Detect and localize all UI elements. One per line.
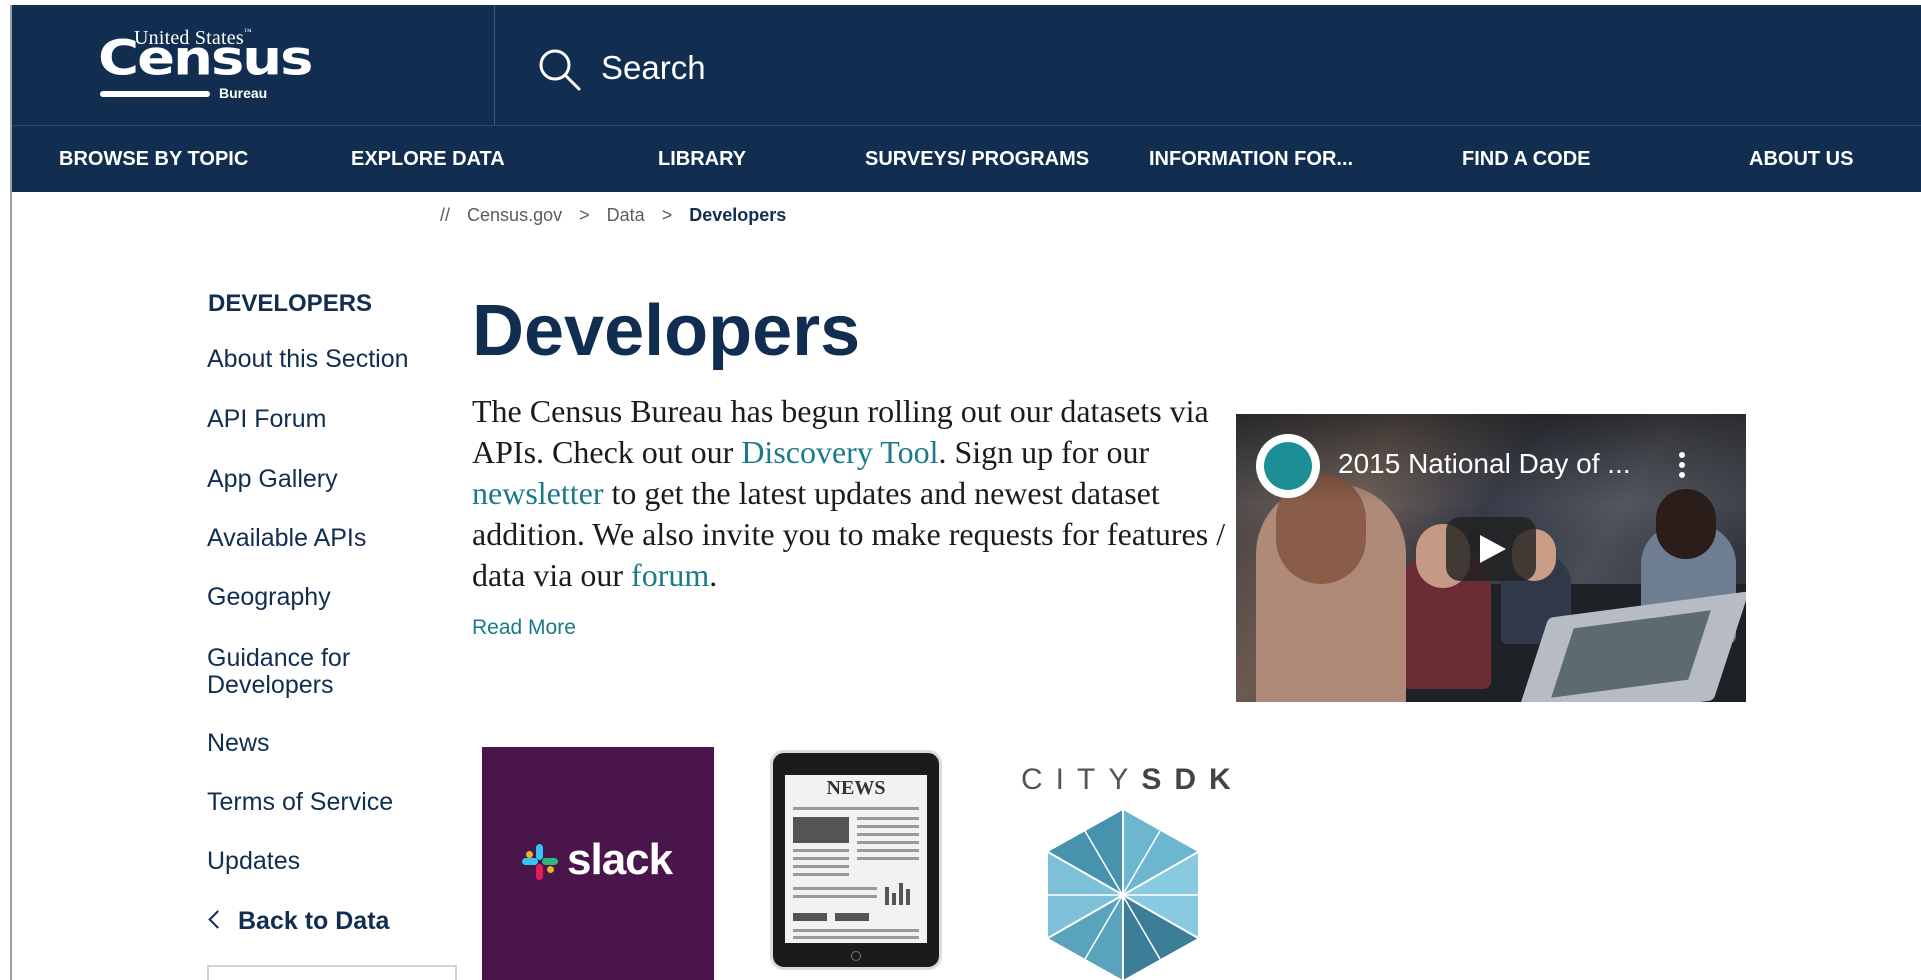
browser-viewport: United States™ Census Bureau Search BROW…	[10, 5, 1921, 980]
sidebar-item-terms-of-service[interactable]: Terms of Service	[207, 789, 393, 816]
news-chart-bar	[885, 887, 889, 905]
breadcrumb: // Census.gov > Data > Developers	[440, 205, 798, 226]
sidebar-item-label: Developers	[207, 671, 334, 699]
chevron-left-icon	[208, 910, 227, 929]
nav-about-us[interactable]: ABOUT US	[1749, 126, 1853, 193]
nav-information-for[interactable]: INFORMATION FOR...	[1149, 126, 1353, 193]
sidebar-item-geography[interactable]: Geography	[207, 584, 331, 611]
sidebar-item-news[interactable]: News	[207, 730, 270, 757]
news-chart-bar	[892, 893, 896, 905]
logo-bureau: Bureau	[219, 85, 268, 101]
video-player[interactable]: 2015 National Day of ...	[1236, 414, 1746, 702]
forum-link[interactable]: forum	[631, 557, 709, 593]
breadcrumb-developers: Developers	[689, 205, 787, 225]
video-title[interactable]: 2015 National Day of ...	[1338, 448, 1631, 480]
logo-census: Census	[98, 30, 313, 87]
news-text-line	[857, 857, 919, 860]
newsletter-link[interactable]: newsletter	[472, 475, 604, 511]
news-text-line	[793, 936, 919, 939]
intro-text: . Sign up for our	[938, 434, 1150, 470]
intro-paragraph: The Census Bureau has begun rolling out …	[472, 391, 1232, 596]
news-tile[interactable]: NEWS	[770, 750, 942, 970]
main-nav: BROWSE BY TOPIC EXPLORE DATA LIBRARY SUR…	[12, 125, 1921, 192]
slack-tile[interactable]: slack	[482, 747, 714, 980]
nav-surveys-programs[interactable]: SURVEYS/ PROGRAMS	[865, 126, 1089, 193]
breadcrumb-census-gov[interactable]: Census.gov	[467, 205, 562, 225]
back-to-data-link[interactable]: Back to Data	[207, 907, 389, 936]
sidebar-item-updates[interactable]: Updates	[207, 848, 300, 875]
citysdk-sdk: SDK	[1141, 763, 1244, 796]
discovery-tool-link[interactable]: Discovery Tool	[741, 434, 938, 470]
read-more-link[interactable]: Read More	[472, 616, 576, 640]
sidebar-item-label: Guidance for	[207, 644, 351, 672]
logo-underline	[100, 91, 210, 97]
back-to-data-label: Back to Data	[238, 907, 390, 935]
news-image-block	[793, 817, 849, 843]
news-text-line	[793, 887, 877, 890]
breadcrumb-prefix: //	[440, 205, 451, 225]
citysdk-hexagon-logo[interactable]	[1038, 810, 1208, 980]
tablet-home-button	[851, 951, 861, 961]
search-bar[interactable]: Search	[495, 5, 1921, 125]
news-text-line	[857, 825, 919, 828]
news-text-line	[857, 849, 919, 852]
breadcrumb-separator: >	[661, 205, 673, 225]
nav-library[interactable]: LIBRARY	[658, 126, 746, 193]
breadcrumb-separator: >	[579, 205, 590, 225]
news-image-block	[793, 913, 827, 921]
site-header: United States™ Census Bureau Search	[12, 5, 1921, 125]
sidebar-box	[207, 965, 457, 980]
breadcrumb-data[interactable]: Data	[607, 205, 645, 225]
citysdk-wordmark[interactable]: CITYSDK	[1021, 763, 1244, 797]
news-text-line	[857, 817, 919, 820]
citysdk-city: CITY	[1021, 763, 1142, 796]
news-rule	[793, 807, 919, 810]
slack-wordmark: slack	[567, 835, 673, 884]
sidebar-item-about-this-section[interactable]: About this Section	[207, 346, 409, 373]
news-text-line	[793, 873, 849, 876]
news-heading: NEWS	[826, 777, 886, 799]
census-2020-logo-icon	[1264, 442, 1312, 490]
news-text-line	[793, 849, 849, 852]
sidebar-item-guidance-for-developers[interactable]: Guidance for Developers	[207, 645, 350, 699]
slack-icon	[522, 844, 558, 880]
news-text-line	[857, 841, 919, 844]
intro-text: .	[709, 557, 718, 593]
search-icon	[539, 49, 581, 91]
sidebar-item-api-forum[interactable]: API Forum	[207, 406, 326, 433]
news-text-line	[793, 857, 849, 860]
search-input[interactable]: Search	[601, 49, 706, 87]
news-image-block	[835, 913, 869, 921]
census-logo[interactable]: United States™ Census Bureau	[12, 5, 495, 125]
play-icon	[1480, 535, 1506, 563]
sidebar-item-available-apis[interactable]: Available APIs	[207, 525, 366, 552]
page-title: Developers	[472, 291, 861, 371]
nav-browse-by-topic[interactable]: BROWSE BY TOPIC	[59, 126, 248, 193]
sidebar-heading: DEVELOPERS	[208, 290, 373, 317]
nav-find-a-code[interactable]: FIND A CODE	[1462, 126, 1591, 193]
nav-explore-data[interactable]: EXPLORE DATA	[351, 126, 505, 193]
sidebar-item-app-gallery[interactable]: App Gallery	[207, 466, 338, 493]
tablet-screen: NEWS	[785, 775, 927, 943]
news-chart-bar	[899, 883, 903, 905]
news-text-line	[857, 833, 919, 836]
news-text-line	[793, 895, 877, 898]
news-chart-bar	[906, 889, 910, 905]
news-text-line	[793, 865, 849, 868]
more-options-icon[interactable]	[1679, 452, 1687, 482]
news-text-line	[793, 929, 919, 932]
